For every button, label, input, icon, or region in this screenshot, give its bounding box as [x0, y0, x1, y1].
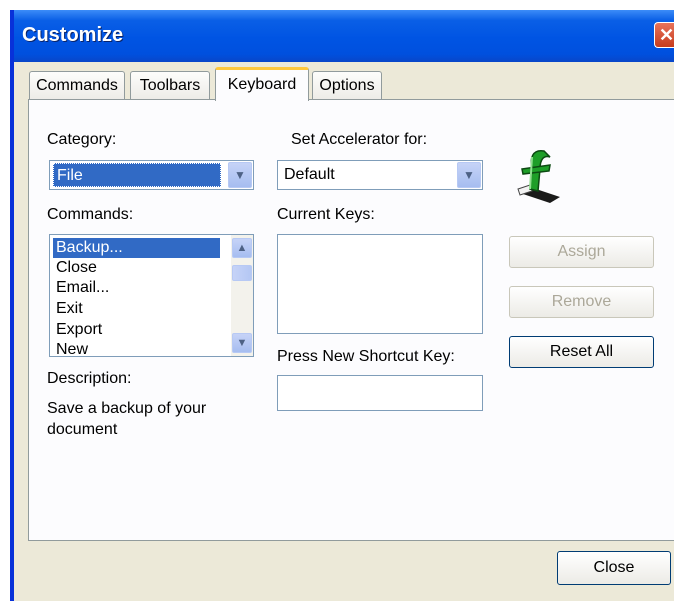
tab-commands[interactable]: Commands: [29, 71, 125, 101]
title-bar[interactable]: Customize ✕: [14, 10, 674, 62]
category-label: Category:: [47, 131, 117, 148]
set-accelerator-label: Set Accelerator for:: [291, 131, 428, 148]
tab-toolbars[interactable]: Toolbars: [130, 71, 210, 101]
assign-button[interactable]: Assign: [509, 236, 654, 268]
commands-list[interactable]: Backup... Close Email... Exit Export New…: [49, 234, 254, 357]
scroll-down-icon[interactable]: ▼: [232, 333, 252, 353]
tab-label: Keyboard: [227, 76, 297, 93]
customize-dialog: Customize ✕ Commands Toolbars Keyboard O…: [10, 10, 674, 601]
finale-f-logo-icon: [517, 150, 560, 203]
category-dropdown[interactable]: File ▼: [49, 160, 254, 190]
description-label: Description:: [47, 370, 132, 387]
close-button[interactable]: Close: [557, 551, 671, 585]
reset-all-button[interactable]: Reset All: [509, 336, 654, 368]
list-item[interactable]: Email...: [53, 278, 109, 298]
shortcut-label: Press New Shortcut Key:: [277, 348, 455, 365]
accelerator-value: Default: [284, 166, 335, 183]
tab-options[interactable]: Options: [312, 71, 382, 101]
scroll-up-icon[interactable]: ▲: [232, 238, 252, 258]
chevron-down-icon[interactable]: ▼: [457, 162, 481, 188]
list-item[interactable]: New: [53, 340, 88, 356]
description-text: Save a backup of your document: [47, 400, 207, 438]
tab-label: Toolbars: [139, 77, 201, 94]
window-title: Customize: [22, 24, 124, 46]
tab-keyboard[interactable]: Keyboard: [215, 67, 309, 101]
chevron-down-icon[interactable]: ▼: [228, 162, 252, 188]
list-item[interactable]: Export: [53, 320, 102, 340]
list-item[interactable]: Exit: [53, 299, 83, 319]
list-item[interactable]: Close: [53, 258, 97, 278]
accelerator-dropdown[interactable]: Default ▼: [277, 160, 483, 190]
current-keys-label: Current Keys:: [277, 206, 375, 223]
commands-label: Commands:: [47, 206, 134, 223]
scroll-thumb[interactable]: [232, 265, 252, 281]
keyboard-panel: Category: File ▼ Set Accelerator for: De…: [28, 99, 674, 541]
tab-label: Commands: [36, 77, 118, 94]
tab-label: Options: [319, 77, 375, 94]
shortcut-key-input[interactable]: [277, 375, 483, 411]
list-item[interactable]: Backup...: [53, 238, 220, 258]
category-value: File: [53, 163, 221, 187]
commands-scrollbar[interactable]: ▲ ▼: [231, 235, 253, 356]
close-window-icon[interactable]: ✕: [654, 22, 674, 48]
current-keys-list[interactable]: [277, 234, 483, 334]
remove-button[interactable]: Remove: [509, 286, 654, 318]
